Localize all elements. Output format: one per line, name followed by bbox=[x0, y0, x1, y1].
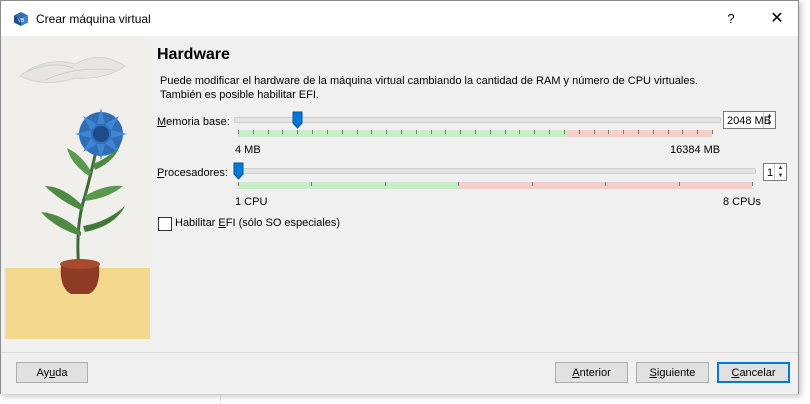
scale-tick bbox=[445, 130, 446, 134]
close-icon[interactable]: ✕ bbox=[759, 5, 795, 33]
next-button[interactable]: Siguiente bbox=[636, 362, 709, 383]
memory-slider-thumb[interactable] bbox=[292, 111, 303, 129]
memory-ticks bbox=[238, 130, 713, 137]
scale-tick bbox=[460, 130, 461, 134]
help-button-text-b: da bbox=[55, 367, 68, 379]
efi-label[interactable]: Habilitar EFI (sólo SO especiales) bbox=[175, 217, 340, 229]
scale-tick bbox=[752, 182, 753, 186]
memory-slider-track[interactable] bbox=[234, 117, 721, 123]
efi-label-after: FI (sólo SO especiales) bbox=[225, 217, 341, 229]
scale-tick bbox=[638, 130, 639, 134]
title-bar: VB Crear máquina virtual ? ✕ bbox=[1, 1, 798, 36]
next-button-text: iguiente bbox=[656, 367, 696, 379]
memory-max-label: 16384 MB bbox=[670, 144, 721, 156]
scale-tick bbox=[608, 130, 609, 134]
button-bar: Ayuda Anterior Siguiente Cancelar bbox=[1, 352, 798, 394]
scale-tick bbox=[532, 182, 533, 186]
scale-tick bbox=[519, 130, 520, 134]
scale-tick bbox=[653, 130, 654, 134]
virtualbox-cube-icon: VB bbox=[14, 12, 28, 26]
scale-tick bbox=[282, 130, 283, 134]
scale-tick bbox=[401, 130, 402, 134]
processors-spin-arrows[interactable]: ▲ ▼ bbox=[774, 164, 786, 180]
scale-tick bbox=[475, 130, 476, 134]
back-button-mnemonic: A bbox=[572, 367, 580, 379]
scale-tick bbox=[238, 182, 239, 186]
memory-min-label: 4 MB bbox=[235, 144, 261, 156]
help-button[interactable]: Ayuda bbox=[16, 362, 88, 383]
svg-text:VB: VB bbox=[18, 18, 25, 24]
scale-tick bbox=[594, 130, 595, 134]
memory-label: Memoria base: bbox=[157, 116, 230, 128]
processors-min-label: 1 CPU bbox=[235, 196, 268, 208]
scale-tick bbox=[668, 130, 669, 134]
processors-max-label: 8 CPUs bbox=[723, 196, 761, 208]
scale-tick bbox=[458, 182, 459, 186]
processors-label-text: rocesadores: bbox=[164, 167, 228, 179]
spin-down-icon[interactable]: ▼ bbox=[764, 120, 775, 128]
scale-tick bbox=[623, 130, 624, 134]
scale-tick bbox=[505, 130, 506, 134]
scale-tick bbox=[386, 130, 387, 134]
scale-tick bbox=[534, 130, 535, 134]
cancel-button-text: ancelar bbox=[739, 367, 776, 379]
scale-tick bbox=[238, 130, 239, 134]
scale-tick bbox=[268, 130, 269, 134]
processors-slider-track[interactable] bbox=[234, 168, 756, 174]
memory-label-mnemonic: M bbox=[157, 116, 167, 128]
scale-tick bbox=[297, 130, 298, 134]
scale-tick bbox=[579, 130, 580, 134]
create-vm-dialog: VB Crear máquina virtual ? ✕ Hardware Pu… bbox=[0, 0, 799, 394]
scale-tick bbox=[253, 130, 254, 134]
scale-tick bbox=[679, 182, 680, 186]
scale-tick bbox=[311, 182, 312, 186]
processors-value-spinbox[interactable]: 1 ▲ ▼ bbox=[763, 163, 787, 181]
processors-slider-thumb[interactable] bbox=[233, 162, 244, 180]
page-description: Puede modificar el hardware de la máquin… bbox=[160, 74, 760, 102]
scale-tick bbox=[564, 130, 565, 134]
scale-tick bbox=[357, 130, 358, 134]
cancel-button[interactable]: Cancelar bbox=[717, 362, 790, 383]
next-button-mnemonic: S bbox=[649, 367, 657, 379]
efi-label-mnemonic: E bbox=[218, 217, 226, 229]
back-button[interactable]: Anterior bbox=[555, 362, 628, 383]
processors-ticks bbox=[238, 182, 753, 189]
memory-spin-arrows[interactable]: ▲ ▼ bbox=[763, 112, 775, 128]
plant-illustration bbox=[5, 36, 150, 339]
description-line-2: También es posible habilitar EFI. bbox=[160, 89, 319, 101]
description-line-1: Puede modificar el hardware de la máquin… bbox=[160, 75, 699, 87]
efi-label-before: Habilitar bbox=[175, 217, 219, 229]
spin-up-icon[interactable]: ▲ bbox=[775, 164, 786, 172]
page-heading: Hardware bbox=[157, 46, 230, 63]
scale-tick bbox=[327, 130, 328, 134]
help-icon[interactable]: ? bbox=[713, 5, 749, 33]
memory-label-text: emoria base: bbox=[166, 116, 230, 128]
scale-tick bbox=[712, 130, 713, 134]
scale-tick bbox=[697, 130, 698, 134]
window-title: Crear máquina virtual bbox=[36, 12, 151, 26]
scale-tick bbox=[385, 182, 386, 186]
scale-tick bbox=[342, 130, 343, 134]
processors-label: Procesadores: bbox=[157, 167, 228, 179]
scale-tick bbox=[371, 130, 372, 134]
processors-value: 1 bbox=[767, 167, 774, 179]
wizard-content: Hardware Puede modificar el hardware de … bbox=[1, 36, 798, 352]
efi-checkbox[interactable] bbox=[158, 217, 172, 231]
memory-value-spinbox[interactable]: 2048 MB ▲ ▼ bbox=[723, 111, 776, 129]
scale-tick bbox=[490, 130, 491, 134]
scale-tick bbox=[549, 130, 550, 134]
spin-up-icon[interactable]: ▲ bbox=[764, 112, 775, 120]
scale-tick bbox=[416, 130, 417, 134]
scale-tick bbox=[605, 182, 606, 186]
help-button-text-a: Ay bbox=[36, 367, 50, 379]
scale-tick bbox=[682, 130, 683, 134]
scale-tick bbox=[312, 130, 313, 134]
back-button-text: nterior bbox=[579, 367, 611, 379]
spin-down-icon[interactable]: ▼ bbox=[775, 172, 786, 180]
scale-tick bbox=[431, 130, 432, 134]
